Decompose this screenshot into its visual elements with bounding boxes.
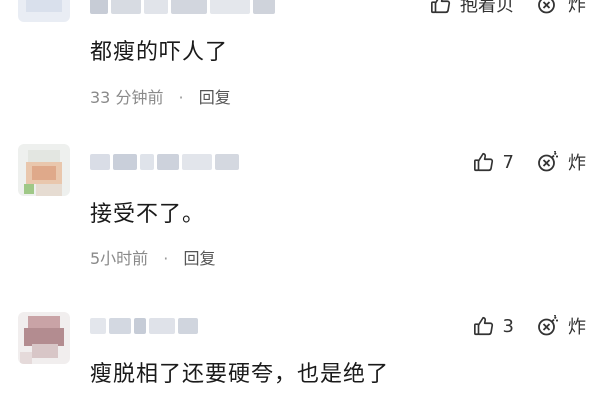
report-button[interactable]: 炸 — [536, 149, 586, 175]
separator-dot: · — [163, 249, 169, 268]
comment-text: 瘦脱相了还要硬夸，也是绝了 — [90, 362, 390, 387]
thumbs-up-icon — [473, 316, 493, 336]
comment-text: 都瘦的吓人了 — [90, 40, 229, 65]
like-count: 7 — [502, 151, 514, 173]
timestamp: 5小时前 — [90, 249, 149, 268]
like-button[interactable]: 3 — [473, 315, 514, 337]
report-label: 炸 — [568, 317, 586, 338]
comment-actions: 7 炸 — [473, 148, 586, 176]
like-count: 3 — [502, 315, 514, 337]
comment-meta: 5小时前 · 回复 — [90, 245, 215, 269]
timestamp: 33 分钟前 — [90, 88, 164, 107]
like-button[interactable]: 7 — [473, 151, 514, 173]
comment-item: 抱着贝 炸 都瘦的吓人了 33 分钟前 · 回复 — [0, 0, 600, 130]
separator-dot: · — [178, 88, 184, 107]
comment-actions: 抱着贝 炸 — [430, 0, 586, 18]
thumbs-up-icon — [473, 152, 493, 172]
bomb-icon — [538, 315, 558, 336]
avatar[interactable] — [18, 144, 70, 196]
reply-button[interactable]: 回复 — [199, 88, 231, 107]
report-label: 炸 — [568, 153, 586, 174]
username[interactable] — [90, 152, 239, 172]
comment-item: 7 炸 接受不了。 5小时前 · 回复 — [0, 140, 600, 300]
like-label: 抱着贝 — [460, 0, 514, 16]
comment-item: 3 炸 瘦脱相了还要硬夸，也是绝了 — [0, 300, 600, 400]
comment-text: 接受不了。 — [90, 202, 206, 227]
comment-meta: 33 分钟前 · 回复 — [90, 84, 231, 108]
username[interactable] — [90, 316, 198, 336]
report-label: 炸 — [568, 0, 586, 16]
reply-button[interactable]: 回复 — [183, 249, 215, 268]
bomb-icon — [538, 0, 555, 14]
thumbs-up-icon — [431, 0, 451, 14]
report-button[interactable]: 炸 — [536, 0, 586, 17]
report-button[interactable]: 炸 — [536, 313, 586, 339]
comment-actions: 3 炸 — [473, 312, 586, 340]
username[interactable] — [90, 0, 275, 16]
avatar[interactable] — [18, 312, 70, 364]
avatar[interactable] — [18, 0, 70, 22]
like-button[interactable]: 抱着贝 — [430, 0, 514, 17]
bomb-icon — [538, 151, 558, 172]
